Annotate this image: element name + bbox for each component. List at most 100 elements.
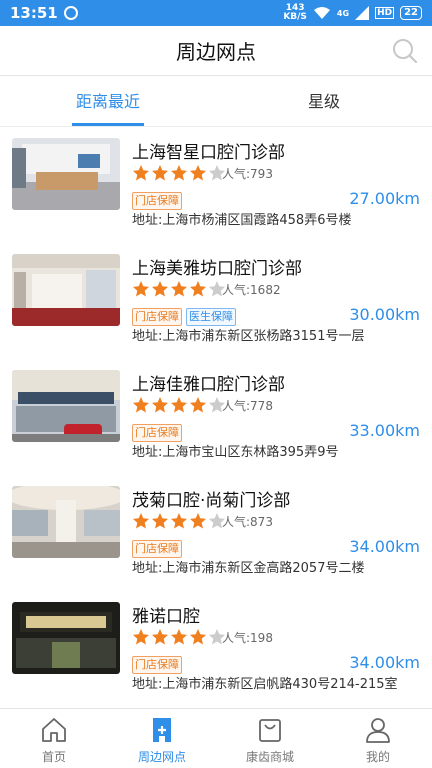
nearby-icon — [153, 718, 171, 742]
popularity: 人气:793 — [222, 165, 273, 182]
star-filled-icon — [133, 397, 149, 413]
net-speed-unit: KB/S — [283, 12, 307, 22]
hd-badge: HD — [375, 7, 395, 19]
popularity-label: 人气: — [222, 167, 251, 181]
star-filled-icon — [152, 165, 168, 181]
store-name: 雅诺口腔 — [132, 607, 200, 627]
star-filled-icon — [152, 281, 168, 297]
star-filled-icon — [171, 513, 187, 529]
star-filled-icon — [171, 629, 187, 645]
wifi-icon — [313, 7, 330, 19]
distance: 27.00km — [349, 189, 420, 208]
header: 周边网点 — [0, 26, 432, 76]
popularity: 人气:873 — [222, 513, 273, 530]
star-filled-icon — [190, 397, 206, 413]
address: 地址:上海市浦东新区启帆路430号214-215室 — [132, 676, 422, 694]
store-item[interactable]: 上海佳雅口腔门诊部 人气:778 门店保障 33.00km 地址:上海市宝山区东… — [0, 360, 432, 476]
store-photo — [12, 370, 120, 442]
tab-distance[interactable]: 距离最近 — [0, 77, 216, 126]
status-time: 13:51 — [10, 4, 58, 22]
page-title: 周边网点 — [176, 40, 256, 64]
tab-rating[interactable]: 星级 — [216, 77, 432, 126]
distance: 34.00km — [349, 537, 420, 556]
star-filled-icon — [171, 165, 187, 181]
address: 地址:上海市浦东新区金高路2057号二楼 — [132, 560, 422, 578]
star-filled-icon — [190, 165, 206, 181]
store-photo — [12, 486, 120, 558]
store-guarantee-tag: 门店保障 — [132, 656, 182, 674]
store-guarantee-tag: 门店保障 — [132, 540, 182, 558]
bottom-nav: 首页 周边网点 康齿商城 我的 — [0, 708, 432, 768]
store-photo — [12, 602, 120, 674]
nav-shop[interactable]: 康齿商城 — [216, 709, 324, 768]
popularity-label: 人气: — [222, 515, 251, 529]
address-value: 上海市浦东新区张杨路3151号一层 — [162, 329, 365, 344]
store-name: 上海美雅坊口腔门诊部 — [132, 259, 302, 279]
star-filled-icon — [133, 281, 149, 297]
popularity-label: 人气: — [222, 631, 251, 645]
popularity-value: 793 — [250, 167, 273, 181]
status-icons: 143 KB/S 4G HD 22 — [283, 4, 422, 22]
popularity-value: 198 — [250, 631, 273, 645]
nav-nearby-label: 周边网点 — [137, 750, 186, 764]
rating-stars — [132, 512, 226, 530]
notification-icon — [63, 6, 78, 20]
store-photo — [12, 138, 120, 210]
star-filled-icon — [133, 513, 149, 529]
popularity: 人气:198 — [222, 629, 273, 646]
tag-list: 门店保障 — [132, 656, 182, 674]
tag-list: 门店保障 — [132, 540, 182, 558]
address-label: 地址: — [132, 677, 163, 692]
rating-stars — [132, 280, 226, 298]
nav-profile[interactable]: 我的 — [324, 709, 432, 768]
store-name: 上海佳雅口腔门诊部 — [132, 375, 285, 395]
store-list: 上海智星口腔门诊部 人气:793 门店保障 27.00km 地址:上海市杨浦区国… — [0, 128, 432, 708]
star-filled-icon — [171, 397, 187, 413]
store-item[interactable]: 茂菊口腔·尚菊门诊部 人气:873 门店保障 34.00km 地址:上海市浦东新… — [0, 476, 432, 592]
nav-profile-label: 我的 — [365, 750, 390, 764]
store-guarantee-tag: 门店保障 — [132, 424, 182, 442]
popularity-label: 人气: — [222, 283, 251, 297]
store-name: 茂菊口腔·尚菊门诊部 — [132, 491, 291, 511]
status-bar: 13:51 143 KB/S 4G HD 22 — [0, 0, 432, 26]
tag-list: 门店保障 — [132, 192, 182, 210]
shop-icon — [259, 719, 281, 742]
popularity-value: 1682 — [250, 283, 281, 297]
address-label: 地址: — [132, 445, 163, 460]
store-item[interactable]: 上海美雅坊口腔门诊部 人气:1682 门店保障 医生保障 30.00km 地址:… — [0, 244, 432, 360]
rating-stars — [132, 396, 226, 414]
address: 地址:上海市浦东新区张杨路3151号一层 — [132, 328, 422, 346]
nav-home[interactable]: 首页 — [0, 709, 108, 768]
address-value: 上海市浦东新区金高路2057号二楼 — [162, 561, 365, 576]
star-filled-icon — [152, 397, 168, 413]
store-name: 上海智星口腔门诊部 — [132, 143, 285, 163]
popularity-value: 778 — [250, 399, 273, 413]
net-speed: 143 KB/S — [283, 4, 307, 22]
tag-list: 门店保障 医生保障 — [132, 308, 236, 326]
star-filled-icon — [190, 629, 206, 645]
tab-bar: 距离最近 星级 — [0, 77, 432, 127]
star-filled-icon — [133, 165, 149, 181]
profile-icon — [366, 718, 390, 743]
address-label: 地址: — [132, 561, 163, 576]
rating-stars — [132, 628, 226, 646]
address: 地址:上海市杨浦区国霞路458弄6号楼 — [132, 212, 422, 230]
address: 地址:上海市宝山区东林路395弄9号 — [132, 444, 422, 462]
store-guarantee-tag: 门店保障 — [132, 192, 182, 210]
star-filled-icon — [133, 629, 149, 645]
network-type: 4G — [336, 8, 350, 18]
nav-nearby[interactable]: 周边网点 — [108, 709, 216, 768]
distance: 30.00km — [349, 305, 420, 324]
store-item[interactable]: 上海智星口腔门诊部 人气:793 门店保障 27.00km 地址:上海市杨浦区国… — [0, 128, 432, 244]
nav-home-label: 首页 — [41, 750, 66, 764]
address-value: 上海市杨浦区国霞路458弄6号楼 — [162, 213, 352, 228]
address-value: 上海市宝山区东林路395弄9号 — [162, 445, 339, 460]
store-guarantee-tag: 门店保障 — [132, 308, 182, 326]
tag-list: 门店保障 — [132, 424, 182, 442]
address-label: 地址: — [132, 213, 163, 228]
popularity: 人气:1682 — [222, 281, 281, 298]
store-item[interactable]: 雅诺口腔 人气:198 门店保障 34.00km 地址:上海市浦东新区启帆路43… — [0, 592, 432, 708]
signal-icon — [355, 6, 370, 20]
popularity: 人气:778 — [222, 397, 273, 414]
search-icon[interactable] — [392, 38, 418, 64]
